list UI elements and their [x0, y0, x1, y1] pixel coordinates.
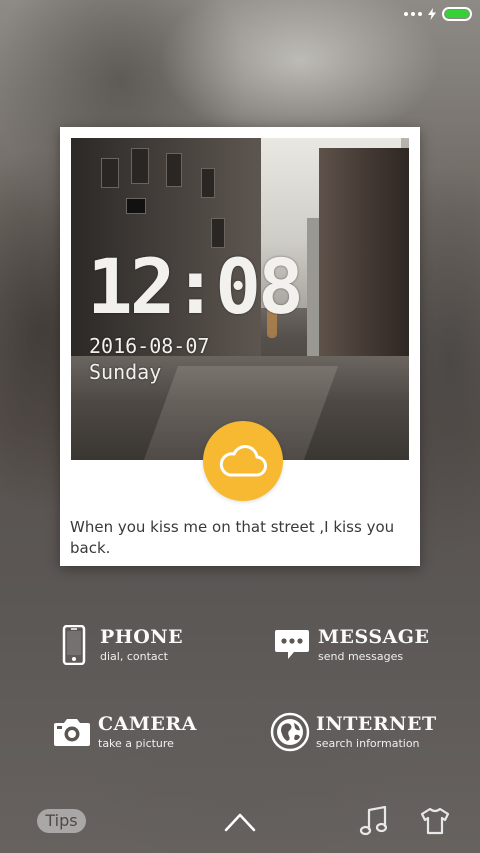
internet-subtitle: search information [316, 737, 420, 750]
lock-card: 12:08 2016-08-07 Sunday When you kiss me… [60, 127, 420, 566]
camera-icon [54, 719, 90, 746]
clock-time: 12:08 [87, 242, 304, 331]
battery-icon [442, 7, 472, 21]
message-subtitle: send messages [318, 650, 404, 663]
internet-shortcut[interactable]: INTERNET search information [270, 712, 437, 752]
chevron-up-icon[interactable] [224, 810, 256, 832]
phone-subtitle: dial, contact [100, 650, 168, 663]
weather-button[interactable] [203, 421, 283, 501]
camera-subtitle: take a picture [98, 737, 174, 750]
message-icon [275, 630, 309, 659]
message-shortcut[interactable]: MESSAGE send messages [272, 625, 430, 665]
signal-dots-icon [404, 12, 422, 16]
internet-title: INTERNET [316, 713, 437, 735]
globe-icon [270, 712, 310, 752]
status-bar [404, 6, 472, 22]
message-title: MESSAGE [318, 626, 430, 648]
music-note-icon[interactable] [359, 806, 387, 836]
phone-icon [62, 625, 86, 665]
tshirt-icon[interactable] [420, 807, 450, 835]
tips-button[interactable]: Tips [37, 809, 86, 833]
clock-date: 2016-08-07 [89, 334, 210, 358]
quote-text: When you kiss me on that street ,I kiss … [70, 518, 395, 557]
clock-weekday: Sunday [89, 360, 162, 384]
phone-shortcut[interactable]: PHONE dial, contact [54, 625, 183, 665]
charging-bolt-icon [428, 8, 436, 20]
phone-title: PHONE [100, 626, 184, 648]
cloud-icon [219, 445, 267, 477]
camera-title: CAMERA [98, 713, 197, 735]
camera-shortcut[interactable]: CAMERA take a picture [52, 712, 197, 752]
street-photo: 12:08 2016-08-07 Sunday [71, 138, 409, 460]
